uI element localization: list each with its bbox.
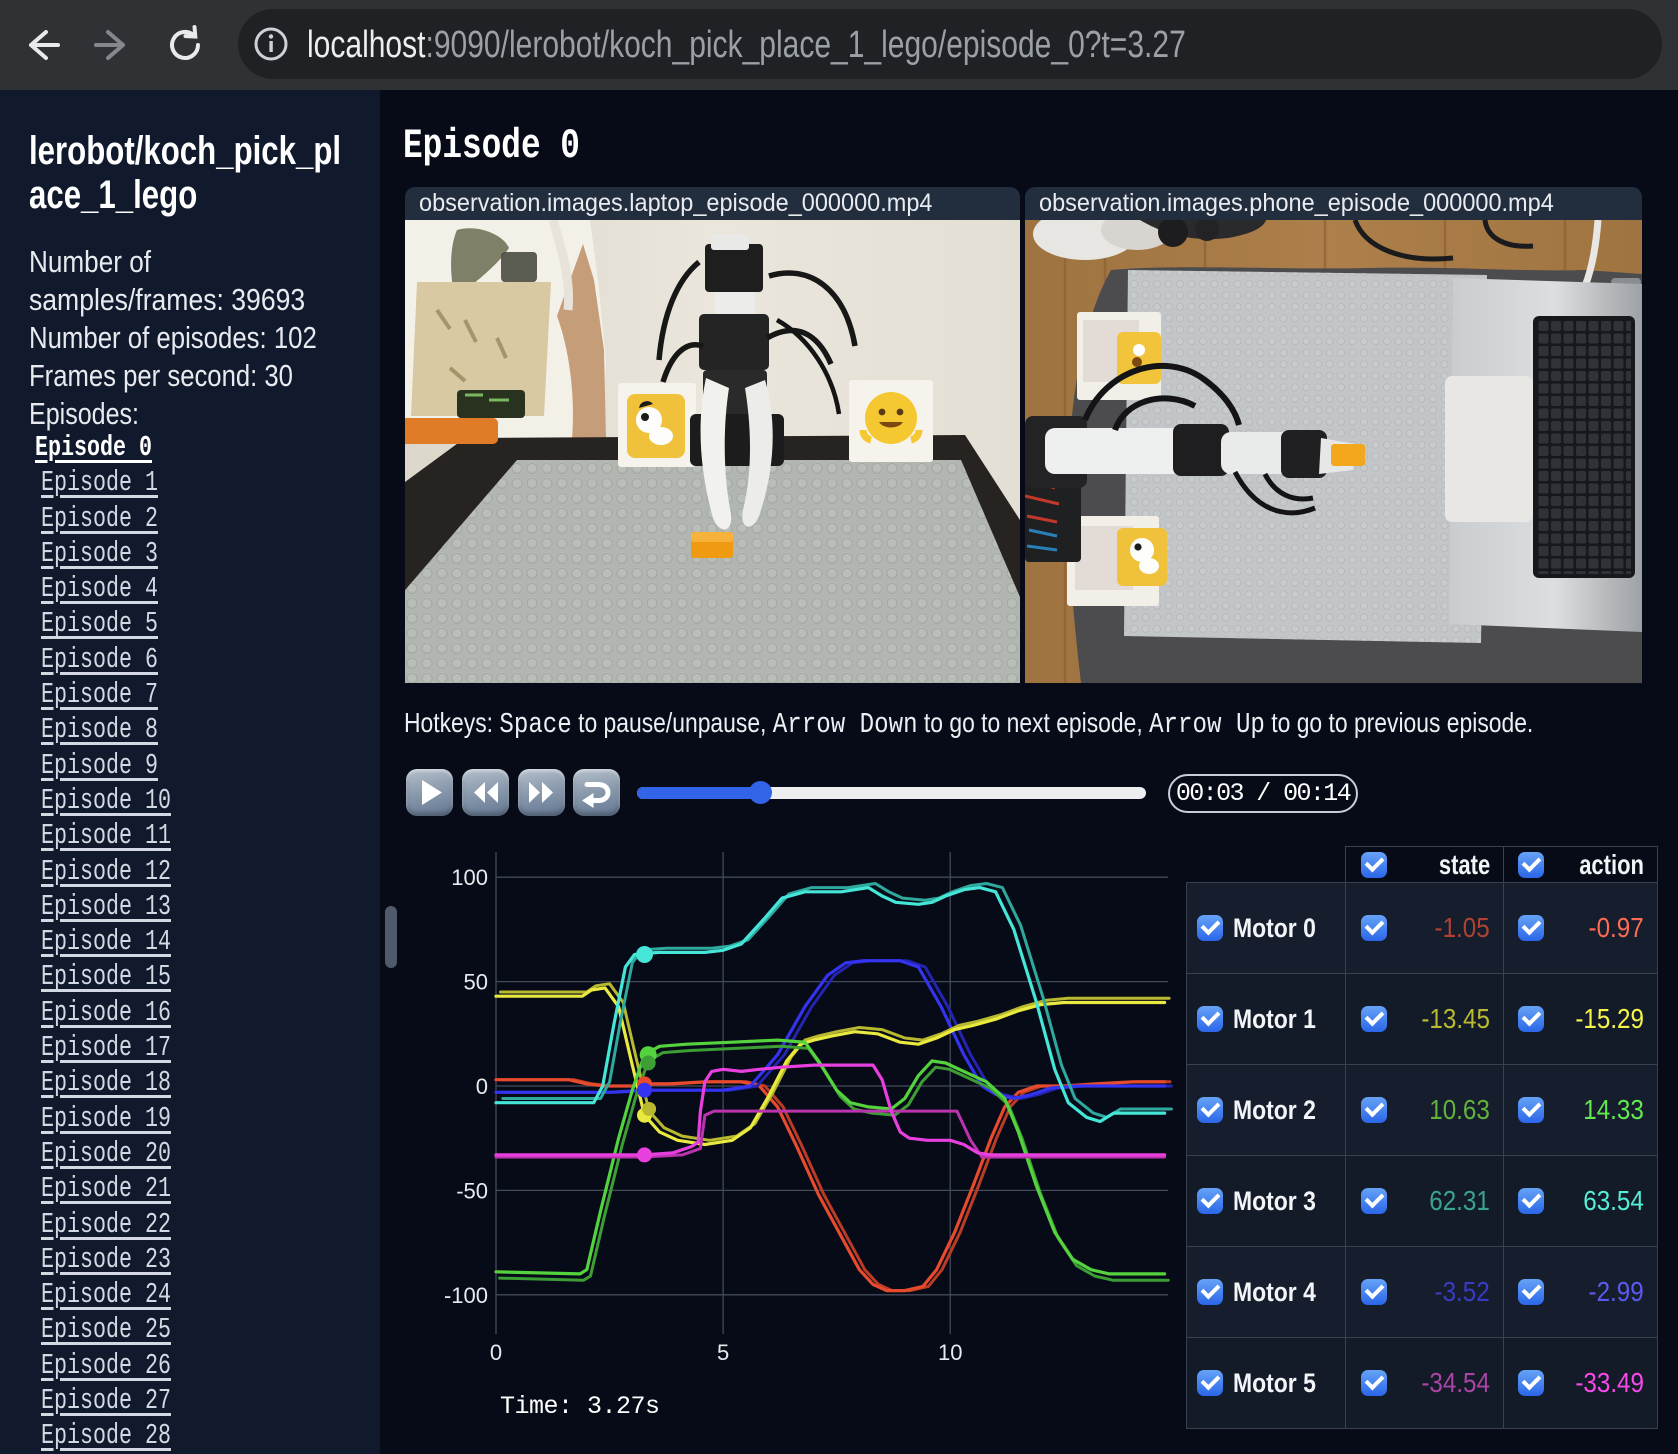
svg-text:0: 0 xyxy=(476,1074,488,1099)
svg-text:-50: -50 xyxy=(456,1178,488,1203)
svg-text:10: 10 xyxy=(938,1340,962,1365)
svg-text:5: 5 xyxy=(717,1340,729,1365)
svg-text:0: 0 xyxy=(490,1340,502,1365)
svg-text:100: 100 xyxy=(451,865,488,890)
svg-text:Time: 3.27s: Time: 3.27s xyxy=(500,1392,660,1421)
svg-text:50: 50 xyxy=(464,970,488,995)
svg-text:-100: -100 xyxy=(444,1283,488,1308)
